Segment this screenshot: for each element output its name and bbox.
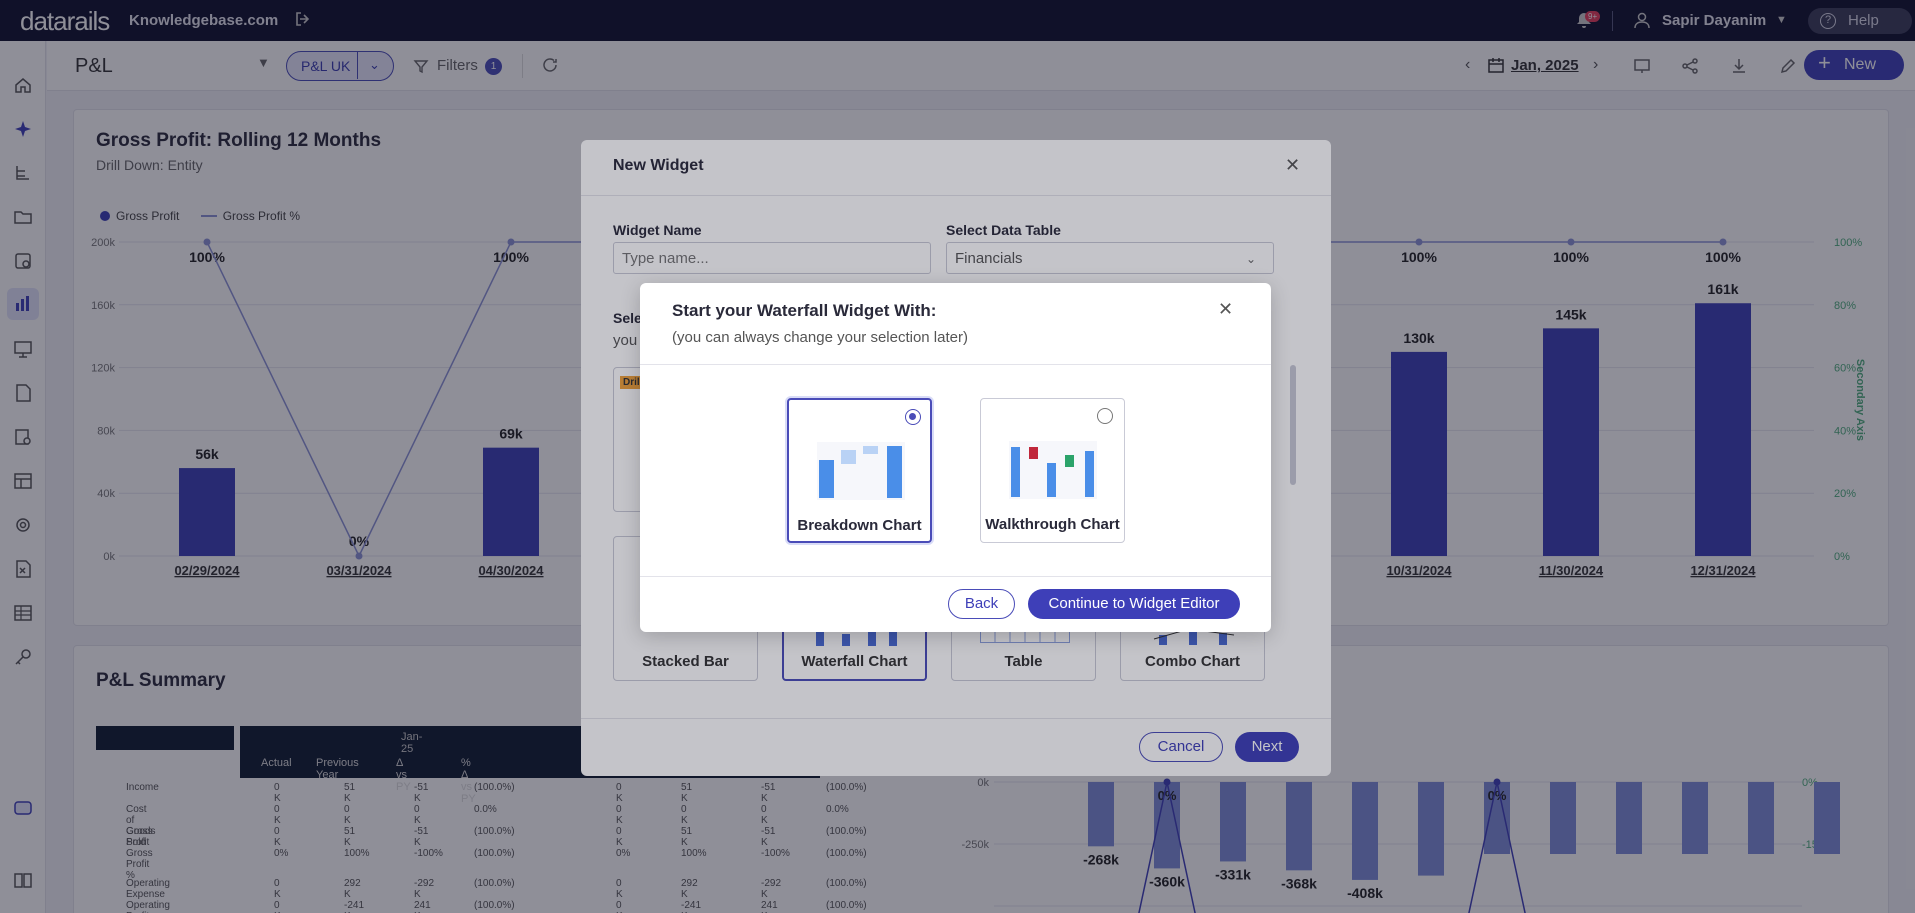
- close-icon[interactable]: ✕: [1218, 299, 1233, 320]
- radio-walkthrough[interactable]: [1097, 408, 1113, 424]
- breakdown-chart-icon: [817, 442, 905, 500]
- radio-breakdown[interactable]: [905, 409, 921, 425]
- option-breakdown-chart[interactable]: Breakdown Chart: [787, 398, 932, 543]
- option-label: Breakdown Chart: [797, 517, 922, 534]
- dialog-subtitle: (you can always change your selection la…: [672, 329, 968, 346]
- continue-button[interactable]: Continue to Widget Editor: [1028, 589, 1240, 619]
- option-walkthrough-chart[interactable]: Walkthrough Chart: [980, 398, 1125, 543]
- back-button[interactable]: Back: [948, 589, 1015, 619]
- walkthrough-chart-icon: [1009, 441, 1097, 499]
- option-label: Walkthrough Chart: [985, 516, 1120, 533]
- divider: [640, 576, 1271, 577]
- divider: [640, 364, 1271, 365]
- dialog-title: Start your Waterfall Widget With:: [672, 301, 937, 320]
- waterfall-start-dialog: Start your Waterfall Widget With: (you c…: [640, 283, 1271, 632]
